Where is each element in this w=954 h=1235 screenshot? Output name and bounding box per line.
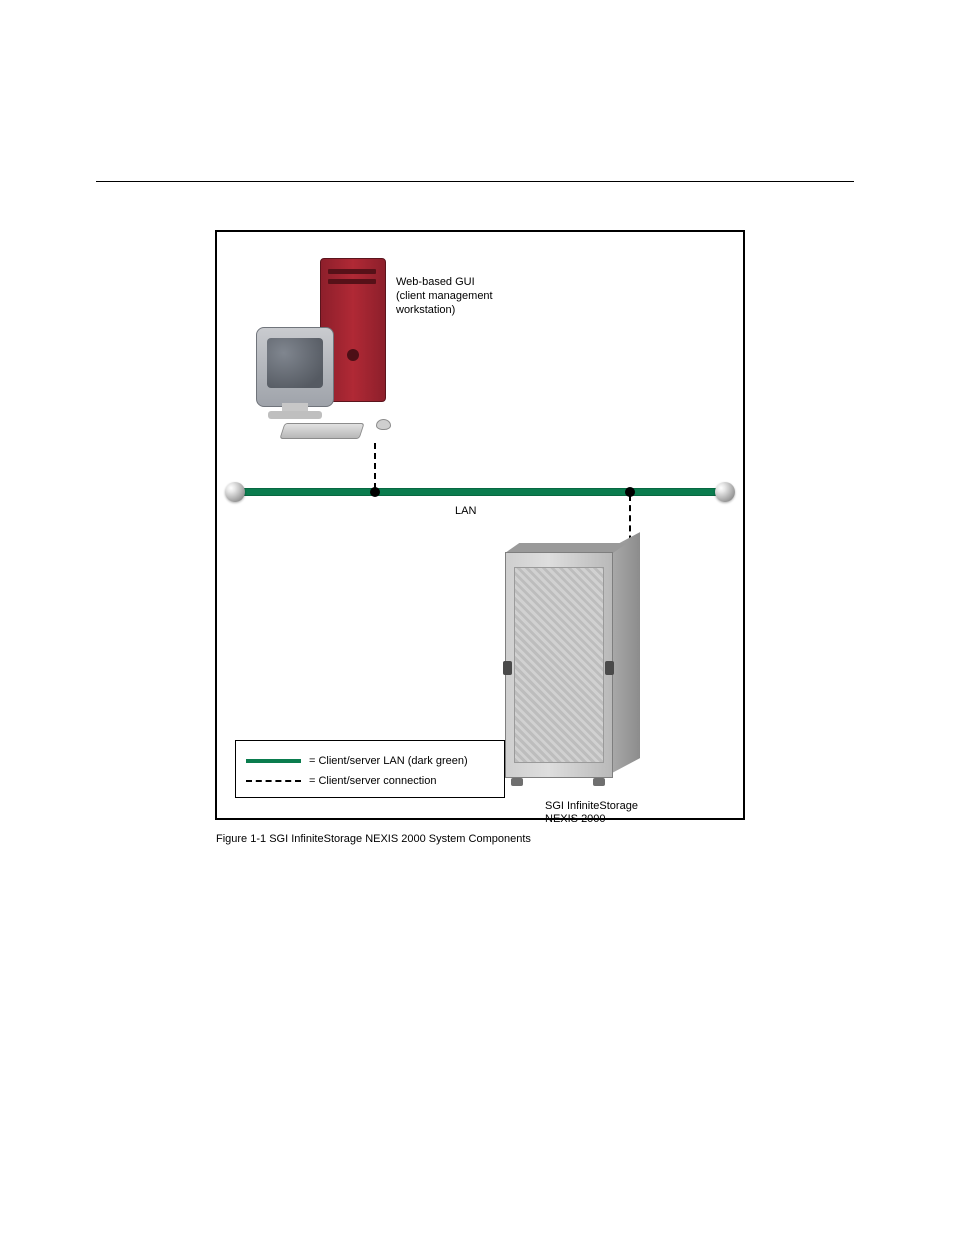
keyboard-icon [279, 423, 364, 439]
server-rack-illustration [505, 543, 640, 786]
workstation-label-line2: (client management [396, 289, 493, 303]
rack-side [612, 532, 640, 773]
rack-label-line1: SGI InfiniteStorage [545, 800, 675, 813]
legend-row-lan: = Client/server LAN (dark green) [246, 753, 468, 769]
workstation-label-line3: workstation) [396, 303, 493, 317]
legend-text-connection: = Client/server connection [309, 775, 436, 787]
rack-label: SGI InfiniteStorage NEXIS 2000 [545, 800, 675, 826]
legend-swatch-lan-icon [246, 759, 301, 763]
legend-row-connection: = Client/server connection [246, 773, 436, 789]
lan-label: LAN [455, 505, 476, 517]
mouse-icon [376, 419, 391, 430]
rack-label-line2: NEXIS 2000 [545, 813, 675, 826]
rack-front [505, 552, 613, 778]
lan-bus [225, 482, 735, 502]
workstation-label-line1: Web-based GUI [396, 275, 493, 289]
legend-swatch-connection-icon [246, 780, 301, 782]
monitor-icon [256, 327, 334, 407]
legend-text-lan: = Client/server LAN (dark green) [309, 755, 468, 767]
legend-box: = Client/server LAN (dark green) = Clien… [235, 740, 505, 798]
lan-terminator-left-icon [225, 482, 245, 502]
figure-caption: Figure 1-1 SGI InfiniteStorage NEXIS 200… [216, 833, 531, 845]
rack-handle-right-icon [605, 661, 614, 675]
monitor-base [268, 411, 322, 419]
lan-terminator-right-icon [715, 482, 735, 502]
header-rule [96, 181, 854, 182]
workstation-label: Web-based GUI (client management worksta… [396, 275, 493, 317]
rack-caster-right-icon [593, 778, 605, 786]
connection-workstation [374, 443, 376, 489]
lan-line [235, 488, 725, 496]
client-workstation-illustration [248, 253, 408, 443]
rack-handle-left-icon [503, 661, 512, 675]
rack-caster-left-icon [511, 778, 523, 786]
